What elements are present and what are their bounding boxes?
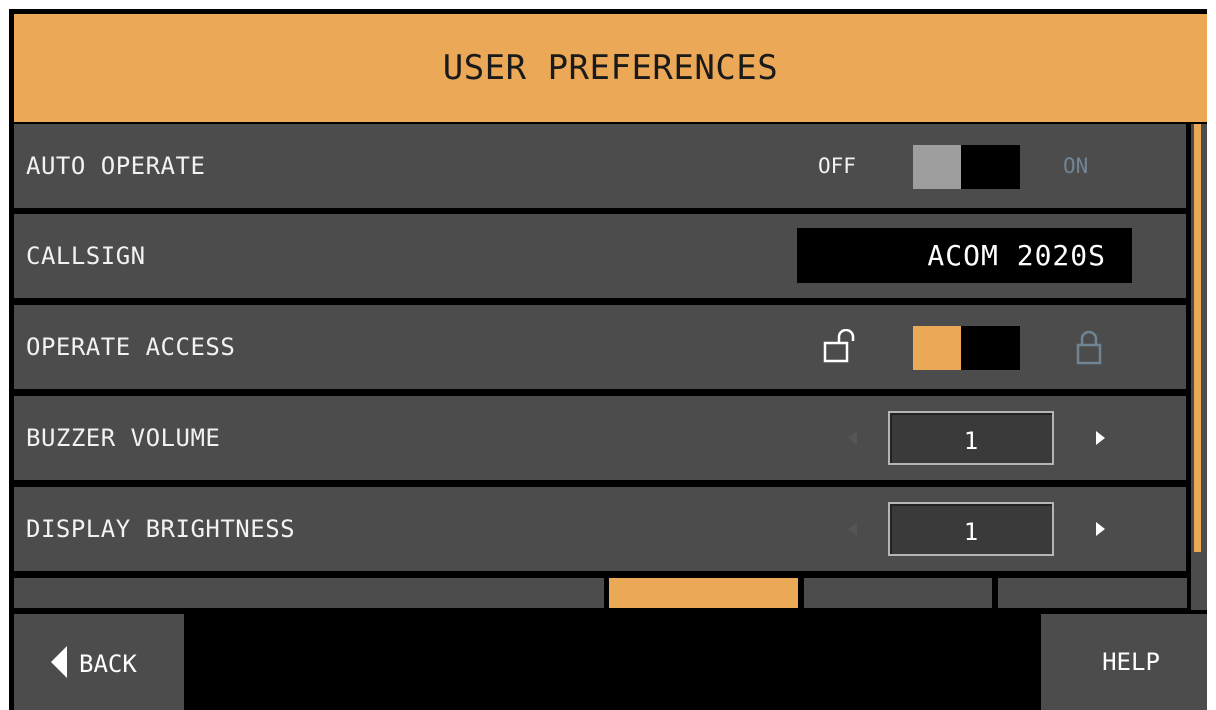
device-screen: USER PREFERENCES AUTO OPERATE OFF ON CAL… [9,9,1207,710]
toggle-knob [913,326,961,370]
row-operate-access: OPERATE ACCESS [14,305,1186,389]
arrow-left-icon [847,522,857,536]
display-brightness-value: 1 [888,502,1054,556]
buzzer-volume-increase-button[interactable] [1088,424,1112,452]
page-indicator-2-active[interactable] [609,578,798,608]
help-button[interactable]: HELP [1041,614,1207,710]
callsign-input[interactable]: ACOM 2020S [797,228,1132,283]
auto-operate-on-label: ON [1063,154,1089,178]
buzzer-volume-value: 1 [888,411,1054,465]
row-display-brightness: DISPLAY BRIGHTNESS 1 [14,487,1186,571]
operate-access-label: OPERATE ACCESS [26,333,236,361]
display-brightness-decrease-button[interactable] [840,515,864,543]
title-bar: USER PREFERENCES [14,14,1207,122]
arrow-right-icon [1095,431,1105,445]
row-buzzer-volume: BUZZER VOLUME 1 [14,396,1186,480]
back-arrow-icon [51,646,67,678]
page-indicator-4[interactable] [998,578,1187,608]
auto-operate-label: AUTO OPERATE [26,152,206,180]
buzzer-volume-decrease-button[interactable] [840,424,864,452]
display-brightness-label: DISPLAY BRIGHTNESS [26,515,296,543]
toggle-knob [913,145,961,189]
auto-operate-toggle[interactable] [913,145,1020,189]
arrow-right-icon [1095,522,1105,536]
lock-icon [1076,330,1102,365]
row-auto-operate: AUTO OPERATE OFF ON [14,124,1186,208]
back-button[interactable]: BACK [14,614,184,710]
unlock-icon [823,329,855,363]
page-title: USER PREFERENCES [442,48,779,88]
row-callsign: CALLSIGN ACOM 2020S [14,214,1186,298]
display-brightness-increase-button[interactable] [1088,515,1112,543]
page-indicator-3[interactable] [804,578,992,608]
auto-operate-off-label: OFF [818,154,856,178]
back-label: BACK [79,650,137,678]
page-indicator-1[interactable] [14,578,604,608]
buzzer-volume-label: BUZZER VOLUME [26,424,221,452]
callsign-label: CALLSIGN [26,242,146,270]
scrollbar[interactable] [1191,124,1207,610]
scrollbar-thumb[interactable] [1194,124,1201,552]
operate-access-toggle[interactable] [913,326,1020,370]
arrow-left-icon [847,431,857,445]
